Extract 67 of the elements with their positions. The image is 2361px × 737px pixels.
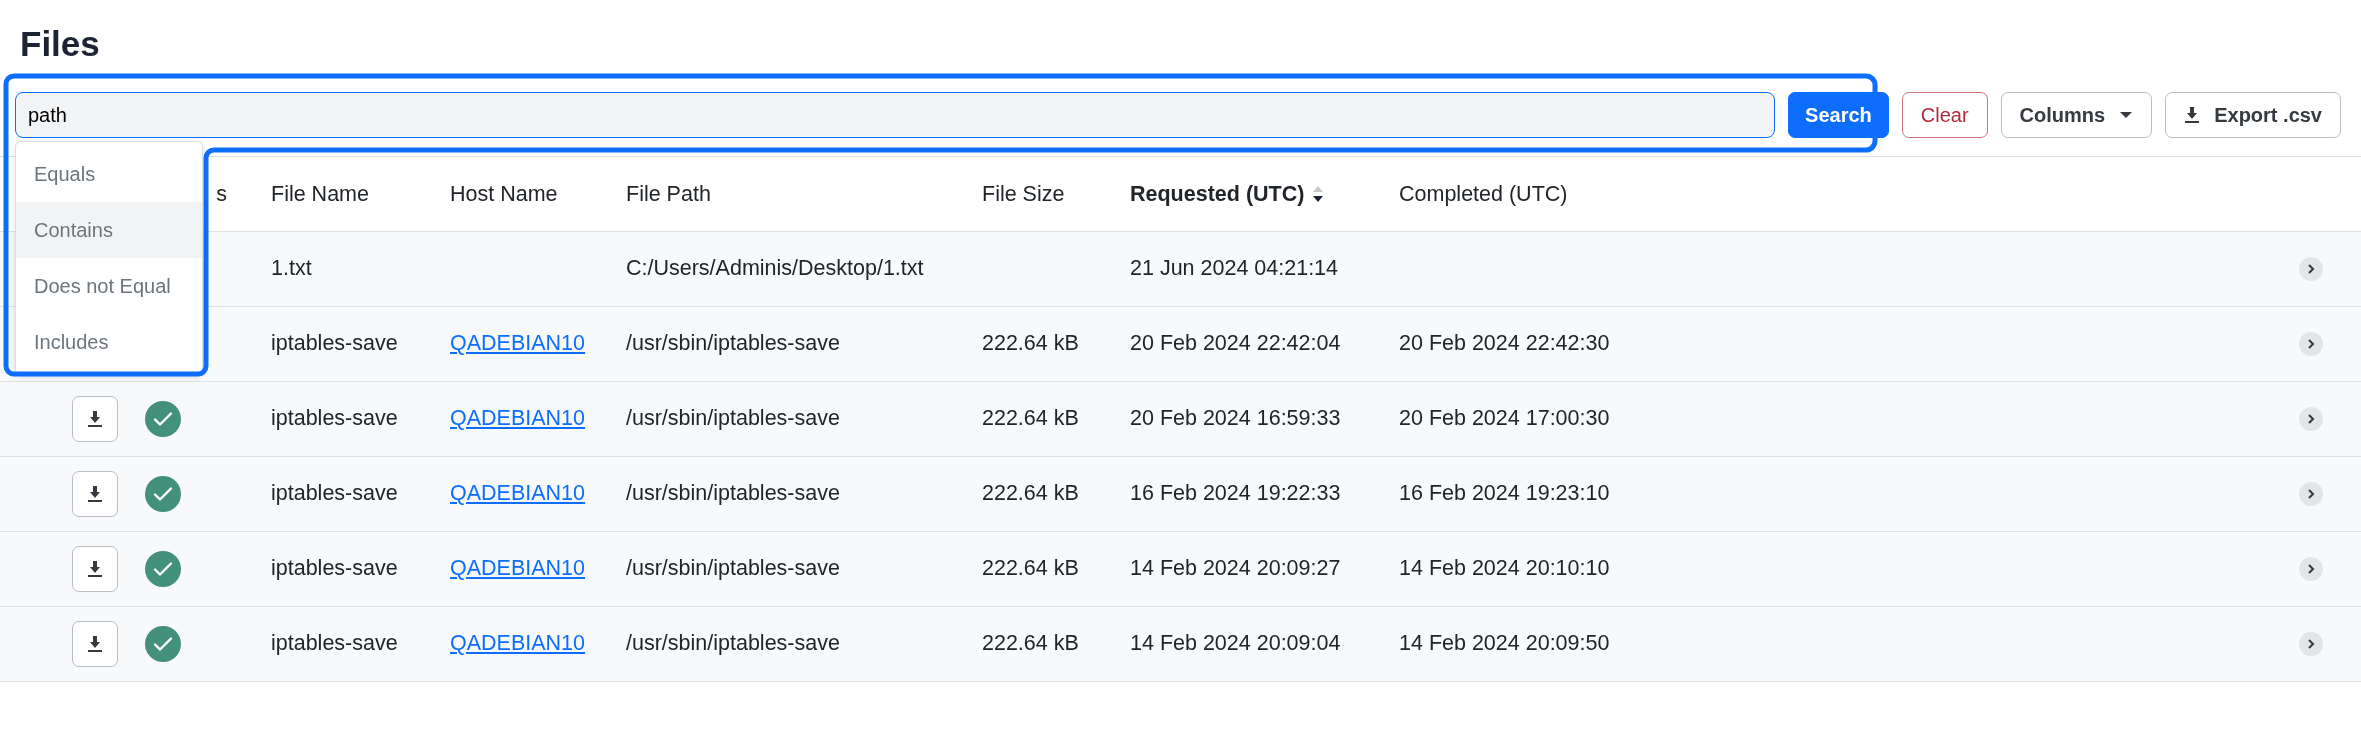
download-icon — [87, 484, 103, 503]
file-size: 222.64 kB — [982, 631, 1079, 656]
file-path: /usr/sbin/iptables-save — [626, 331, 840, 356]
caret-icon — [2119, 111, 2134, 119]
menu-item[interactable]: Equals — [16, 146, 202, 202]
expand-row-button[interactable] — [2299, 407, 2323, 432]
expand-row-button[interactable] — [2299, 482, 2323, 507]
requested-time: 16 Feb 2024 19:22:33 — [1130, 481, 1341, 506]
download-icon — [87, 634, 103, 653]
expand-row-button[interactable] — [2299, 257, 2323, 282]
file-size: 222.64 kB — [982, 481, 1079, 506]
page-title: Files — [19, 23, 101, 65]
menu-item[interactable]: Includes — [16, 314, 202, 370]
file-path: C:/Users/Adminis/Desktop/1.txt — [626, 256, 924, 281]
chevron-icon — [2306, 488, 2316, 501]
download-icon — [87, 409, 103, 428]
file-name: iptables-save — [271, 481, 398, 506]
file-size: 222.64 kB — [982, 556, 1079, 581]
file-path: /usr/sbin/iptables-save — [626, 556, 840, 581]
requested-time: 21 Jun 2024 04:21:14 — [1130, 256, 1339, 281]
chevron-icon — [2306, 263, 2316, 276]
search-field[interactable]: path — [15, 92, 1776, 138]
column-header[interactable]: File Size — [982, 181, 1065, 206]
file-path: /usr/sbin/iptables-save — [626, 631, 840, 656]
chevron-icon — [2306, 638, 2316, 651]
column-header[interactable]: s — [216, 181, 227, 206]
expand-row-button[interactable] — [2299, 632, 2323, 657]
chevron-icon — [2306, 413, 2316, 426]
download-button[interactable] — [72, 470, 118, 517]
file-name: iptables-save — [271, 556, 398, 581]
expand-row-button[interactable] — [2299, 332, 2323, 357]
chevron-icon — [2306, 338, 2316, 351]
export-button[interactable]: Export .csv — [2165, 92, 2341, 138]
requested-time: 20 Feb 2024 22:42:04 — [1130, 331, 1341, 356]
file-size: 222.64 kB — [982, 406, 1079, 431]
file-path: /usr/sbin/iptables-save — [626, 481, 840, 506]
column-header[interactable]: Host Name — [450, 181, 558, 206]
download-icon — [87, 559, 103, 578]
column-header[interactable]: Completed (UTC) — [1399, 181, 1568, 206]
chevron-icon — [2306, 563, 2316, 576]
file-path: /usr/sbin/iptables-save — [626, 406, 840, 431]
completed-time: 14 Feb 2024 20:10:10 — [1399, 556, 1610, 581]
column-header[interactable]: File Name — [271, 181, 369, 206]
download-button[interactable] — [72, 545, 118, 592]
menu-item[interactable]: Contains — [16, 202, 202, 258]
download-button[interactable] — [72, 620, 118, 667]
requested-time: 14 Feb 2024 20:09:27 — [1130, 556, 1341, 581]
file-size: 222.64 kB — [982, 331, 1079, 356]
requested-time: 20 Feb 2024 16:59:33 — [1130, 406, 1341, 431]
file-name: iptables-save — [271, 631, 398, 656]
column-header[interactable]: Requested (UTC) — [1130, 177, 1305, 210]
file-name: iptables-save — [271, 331, 398, 356]
columns-dropdown[interactable]: Columns — [2000, 92, 2153, 138]
download-button[interactable] — [72, 395, 118, 442]
requested-time: 14 Feb 2024 20:09:04 — [1130, 631, 1341, 656]
download-icon — [2184, 106, 2201, 124]
file-name: 1.txt — [271, 256, 312, 281]
menu-item[interactable]: Does not Equal — [16, 258, 202, 314]
completed-time: 20 Feb 2024 17:00:30 — [1399, 406, 1610, 431]
search-button[interactable]: Search — [1788, 92, 1889, 138]
file-name: iptables-save — [271, 406, 398, 431]
expand-row-button[interactable] — [2299, 557, 2323, 582]
completed-time: 14 Feb 2024 20:09:50 — [1399, 631, 1610, 656]
clear-button[interactable]: Clear — [1901, 92, 1988, 138]
column-header[interactable]: File Path — [626, 181, 711, 206]
completed-time: 16 Feb 2024 19:23:10 — [1399, 481, 1610, 506]
completed-time: 20 Feb 2024 22:42:30 — [1399, 331, 1610, 356]
